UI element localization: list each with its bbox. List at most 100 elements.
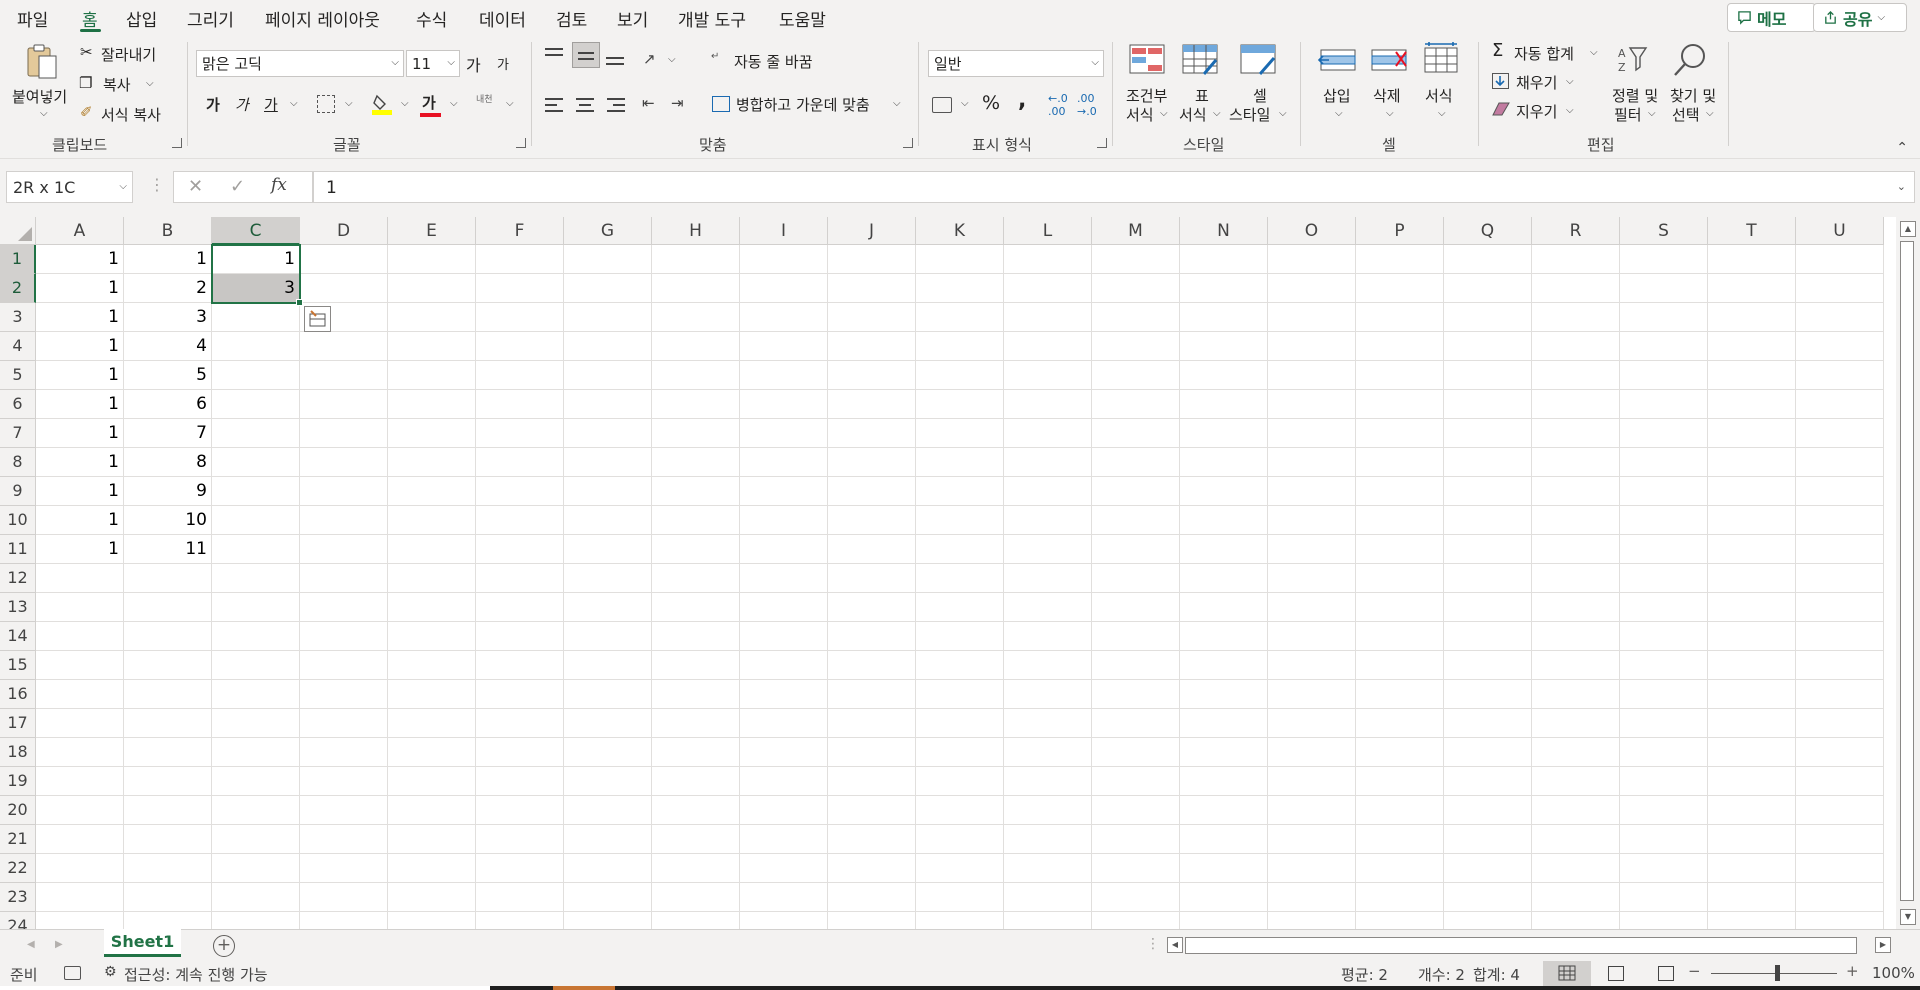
cell-p7[interactable] xyxy=(1356,419,1444,448)
cell-e13[interactable] xyxy=(388,593,476,622)
column-header[interactable]: A xyxy=(36,217,124,245)
cell-d22[interactable] xyxy=(300,854,388,883)
cell-g9[interactable] xyxy=(564,477,652,506)
cell-a12[interactable] xyxy=(36,564,124,593)
cell-r5[interactable] xyxy=(1532,361,1620,390)
increase-indent-icon[interactable]: ⇥ xyxy=(671,94,684,112)
tab-split-handle-icon[interactable]: ⋮ xyxy=(1146,936,1160,952)
comments-button[interactable]: 메모 xyxy=(1727,3,1816,32)
cell-c16[interactable] xyxy=(212,680,300,709)
cell-p6[interactable] xyxy=(1356,390,1444,419)
cell-a11[interactable]: 1 xyxy=(36,535,124,564)
cell-s6[interactable] xyxy=(1620,390,1708,419)
shrink-font-button[interactable]: 가 xyxy=(497,54,509,73)
cell-q8[interactable] xyxy=(1444,448,1532,477)
cell-o19[interactable] xyxy=(1268,767,1356,796)
cell-g21[interactable] xyxy=(564,825,652,854)
row-header[interactable]: 15 xyxy=(0,651,36,680)
cell-a2[interactable]: 1 xyxy=(36,274,124,303)
cell-k6[interactable] xyxy=(916,390,1004,419)
align-right-icon[interactable] xyxy=(607,96,627,114)
cell-o11[interactable] xyxy=(1268,535,1356,564)
cell-m4[interactable] xyxy=(1092,332,1180,361)
chevron-down-icon[interactable]: ⌵ xyxy=(450,98,458,109)
cell-m7[interactable] xyxy=(1092,419,1180,448)
cell-r21[interactable] xyxy=(1532,825,1620,854)
cell-n9[interactable] xyxy=(1180,477,1268,506)
cell-l24[interactable] xyxy=(1004,912,1092,929)
fill-down-icon[interactable] xyxy=(1492,73,1509,89)
cell-h4[interactable] xyxy=(652,332,740,361)
cell-g8[interactable] xyxy=(564,448,652,477)
cell-t13[interactable] xyxy=(1708,593,1796,622)
cell-i13[interactable] xyxy=(740,593,828,622)
cell-q3[interactable] xyxy=(1444,303,1532,332)
cell-p20[interactable] xyxy=(1356,796,1444,825)
format-as-table-button[interactable]: 표 xyxy=(1195,85,1209,106)
cell-e21[interactable] xyxy=(388,825,476,854)
cell-f17[interactable] xyxy=(476,709,564,738)
cell-o13[interactable] xyxy=(1268,593,1356,622)
cell-i8[interactable] xyxy=(740,448,828,477)
cell-a4[interactable]: 1 xyxy=(36,332,124,361)
cell-u16[interactable] xyxy=(1796,680,1884,709)
cell-c7[interactable] xyxy=(212,419,300,448)
cell-s16[interactable] xyxy=(1620,680,1708,709)
cell-u4[interactable] xyxy=(1796,332,1884,361)
merge-center-button[interactable]: 병합하고 가운데 맞춤 xyxy=(736,94,870,115)
scroll-left-icon[interactable]: ◀ xyxy=(1167,937,1183,953)
cell-q10[interactable] xyxy=(1444,506,1532,535)
cell-c3[interactable] xyxy=(212,303,300,332)
cell-l20[interactable] xyxy=(1004,796,1092,825)
cell-k23[interactable] xyxy=(916,883,1004,912)
cell-a10[interactable]: 1 xyxy=(36,506,124,535)
row-header[interactable]: 2 xyxy=(0,274,36,303)
cell-n21[interactable] xyxy=(1180,825,1268,854)
cell-q15[interactable] xyxy=(1444,651,1532,680)
cell-h12[interactable] xyxy=(652,564,740,593)
row-header[interactable]: 3 xyxy=(0,303,36,332)
cell-n7[interactable] xyxy=(1180,419,1268,448)
cell-n2[interactable] xyxy=(1180,274,1268,303)
cell-i18[interactable] xyxy=(740,738,828,767)
cell-b21[interactable] xyxy=(124,825,212,854)
cell-a19[interactable] xyxy=(36,767,124,796)
cell-u24[interactable] xyxy=(1796,912,1884,929)
cell-e20[interactable] xyxy=(388,796,476,825)
cell-c10[interactable] xyxy=(212,506,300,535)
cell-i22[interactable] xyxy=(740,854,828,883)
cell-l13[interactable] xyxy=(1004,593,1092,622)
cell-r6[interactable] xyxy=(1532,390,1620,419)
cell-e19[interactable] xyxy=(388,767,476,796)
cell-d18[interactable] xyxy=(300,738,388,767)
cell-e12[interactable] xyxy=(388,564,476,593)
cell-h24[interactable] xyxy=(652,912,740,929)
cell-o18[interactable] xyxy=(1268,738,1356,767)
cell-e23[interactable] xyxy=(388,883,476,912)
cell-k12[interactable] xyxy=(916,564,1004,593)
cell-o20[interactable] xyxy=(1268,796,1356,825)
cell-p14[interactable] xyxy=(1356,622,1444,651)
cell-o15[interactable] xyxy=(1268,651,1356,680)
cell-s8[interactable] xyxy=(1620,448,1708,477)
cell-r3[interactable] xyxy=(1532,303,1620,332)
cell-n17[interactable] xyxy=(1180,709,1268,738)
row-header[interactable]: 24 xyxy=(0,912,36,929)
cell-q11[interactable] xyxy=(1444,535,1532,564)
cell-t3[interactable] xyxy=(1708,303,1796,332)
cell-g2[interactable] xyxy=(564,274,652,303)
cell-j17[interactable] xyxy=(828,709,916,738)
cell-g17[interactable] xyxy=(564,709,652,738)
cell-h5[interactable] xyxy=(652,361,740,390)
italic-button[interactable]: 가 xyxy=(235,94,249,115)
cell-g4[interactable] xyxy=(564,332,652,361)
cell-b24[interactable] xyxy=(124,912,212,929)
chevron-down-icon[interactable]: ⌵ xyxy=(401,98,409,109)
cell-d9[interactable] xyxy=(300,477,388,506)
cell-h1[interactable] xyxy=(652,245,740,274)
cell-n15[interactable] xyxy=(1180,651,1268,680)
cell-g18[interactable] xyxy=(564,738,652,767)
tab-page-layout[interactable]: 페이지 레이아웃 xyxy=(265,6,380,31)
cell-b14[interactable] xyxy=(124,622,212,651)
cell-f23[interactable] xyxy=(476,883,564,912)
